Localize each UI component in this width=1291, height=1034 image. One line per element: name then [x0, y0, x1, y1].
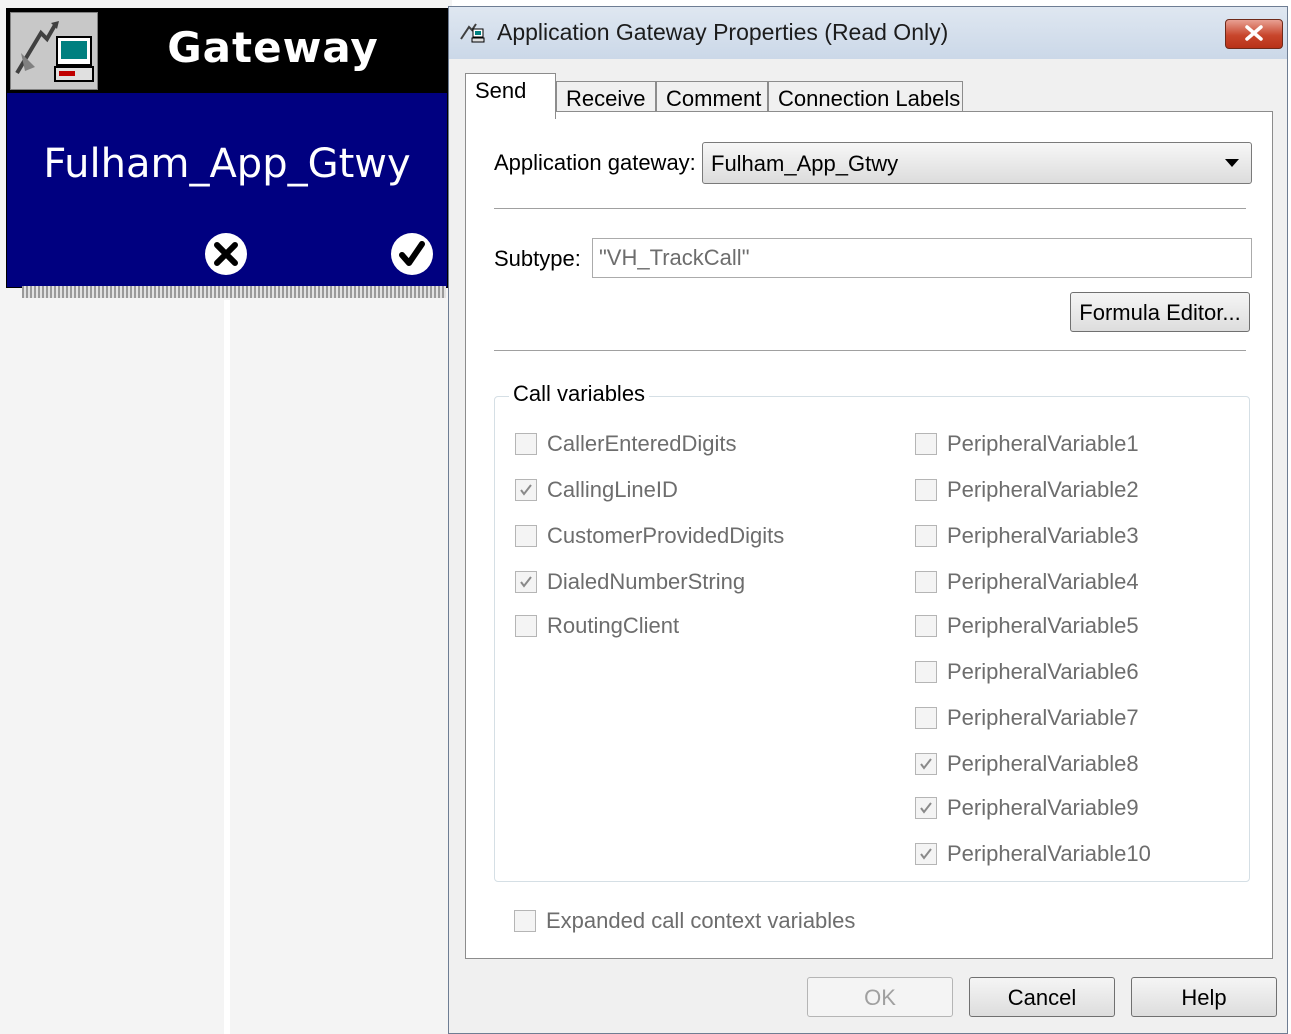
- checkbox-label: DialedNumberString: [547, 569, 746, 594]
- checkbox-label: CallingLineID: [547, 477, 678, 502]
- subtype-field-value: "VH_TrackCall": [599, 245, 750, 270]
- checkbox-box: [915, 753, 937, 775]
- checkbox-box: [915, 707, 937, 729]
- script-canvas: Gateway Fulham_App_Gtwy: [0, 0, 452, 1034]
- app-gateway-label: Application gateway:: [494, 150, 696, 175]
- gateway-node-header: Gateway: [7, 9, 447, 91]
- checkbox-label: CallerEnteredDigits: [547, 431, 737, 456]
- checkmark-icon: [920, 848, 932, 860]
- tab-receive[interactable]: Receive: [556, 81, 656, 115]
- divider: [494, 208, 1246, 210]
- checkbox-box: [915, 433, 937, 455]
- checkbox-label: Expanded call context variables: [546, 908, 856, 933]
- app-gateway-select[interactable]: Fulham_App_Gtwy: [702, 142, 1252, 184]
- checkbox-label: PeripheralVariable8: [947, 751, 1139, 776]
- checkbox-box: [515, 525, 537, 547]
- checkbox-box: [915, 843, 937, 865]
- help-button[interactable]: Help: [1131, 977, 1277, 1017]
- properties-dialog: Application Gateway Properties (Read Onl…: [448, 6, 1288, 1034]
- ok-button[interactable]: OK: [807, 977, 953, 1017]
- checkbox-box: [515, 615, 537, 637]
- checkbox-box: [515, 433, 537, 455]
- subtype-label: Subtype:: [494, 246, 581, 271]
- gateway-node-title: Gateway: [167, 23, 379, 72]
- checkmark-icon: [920, 758, 932, 770]
- checkbox-label: PeripheralVariable4: [947, 569, 1139, 594]
- checkbox-label: PeripheralVariable5: [947, 613, 1139, 638]
- checkbox-label: PeripheralVariable9: [947, 795, 1139, 820]
- failure-exit-icon[interactable]: [205, 233, 247, 275]
- gateway-node[interactable]: Gateway Fulham_App_Gtwy: [6, 8, 448, 288]
- call-variables-group: Call variables CallerEnteredDigits Calli…: [494, 381, 1250, 882]
- checkbox-box: [915, 797, 937, 819]
- chevron-down-icon: [1225, 159, 1239, 167]
- checkbox-label: CustomerProvidedDigits: [547, 523, 785, 548]
- call-variables-title: Call variables: [509, 381, 650, 407]
- close-button[interactable]: [1225, 19, 1283, 49]
- formula-editor-button[interactable]: Formula Editor...: [1070, 292, 1250, 332]
- gateway-node-body: Fulham_App_Gtwy: [7, 93, 447, 287]
- checkmark-icon: [520, 484, 532, 496]
- gateway-node-name: Fulham_App_Gtwy: [43, 141, 411, 187]
- checkbox-label: RoutingClient: [547, 613, 680, 638]
- gateway-computer-icon: [10, 12, 98, 90]
- checkbox-label: PeripheralVariable7: [947, 705, 1139, 730]
- cancel-button[interactable]: Cancel: [969, 977, 1115, 1017]
- checkbox-box: [915, 571, 937, 593]
- gateway-app-icon: [459, 21, 485, 43]
- checkbox-label: PeripheralVariable2: [947, 477, 1139, 502]
- checkbox-label: PeripheralVariable3: [947, 523, 1139, 548]
- send-tab-panel: Application gateway: Fulham_App_Gtwy Sub…: [465, 111, 1273, 959]
- divider: [494, 350, 1246, 352]
- tab-send[interactable]: Send: [465, 73, 556, 119]
- subtype-field[interactable]: "VH_TrackCall": [592, 238, 1252, 278]
- checkmark-icon: [920, 802, 932, 814]
- canvas-connector-line: [224, 300, 230, 1034]
- node-shadow: [22, 286, 446, 298]
- success-exit-icon[interactable]: [391, 233, 433, 275]
- dialog-title: Application Gateway Properties (Read Onl…: [497, 19, 949, 45]
- checkbox-label: PeripheralVariable6: [947, 659, 1139, 684]
- checkbox-box: [915, 661, 937, 683]
- tab-connection-labels[interactable]: Connection Labels: [768, 81, 963, 115]
- checkbox-box: [915, 479, 937, 501]
- app-gateway-select-value: Fulham_App_Gtwy: [711, 151, 899, 176]
- checkbox-label: PeripheralVariable10: [947, 841, 1151, 866]
- checkmark-icon: [520, 576, 532, 588]
- checkbox-label: PeripheralVariable1: [947, 431, 1139, 456]
- tab-comment[interactable]: Comment: [656, 81, 768, 115]
- checkbox-box: [915, 615, 937, 637]
- dialog-titlebar[interactable]: Application Gateway Properties (Read Onl…: [449, 7, 1287, 59]
- checkbox-box: [515, 571, 537, 593]
- checkbox-box: [514, 910, 536, 932]
- checkbox-box: [915, 525, 937, 547]
- close-icon: [1245, 25, 1263, 41]
- checkbox-box: [515, 479, 537, 501]
